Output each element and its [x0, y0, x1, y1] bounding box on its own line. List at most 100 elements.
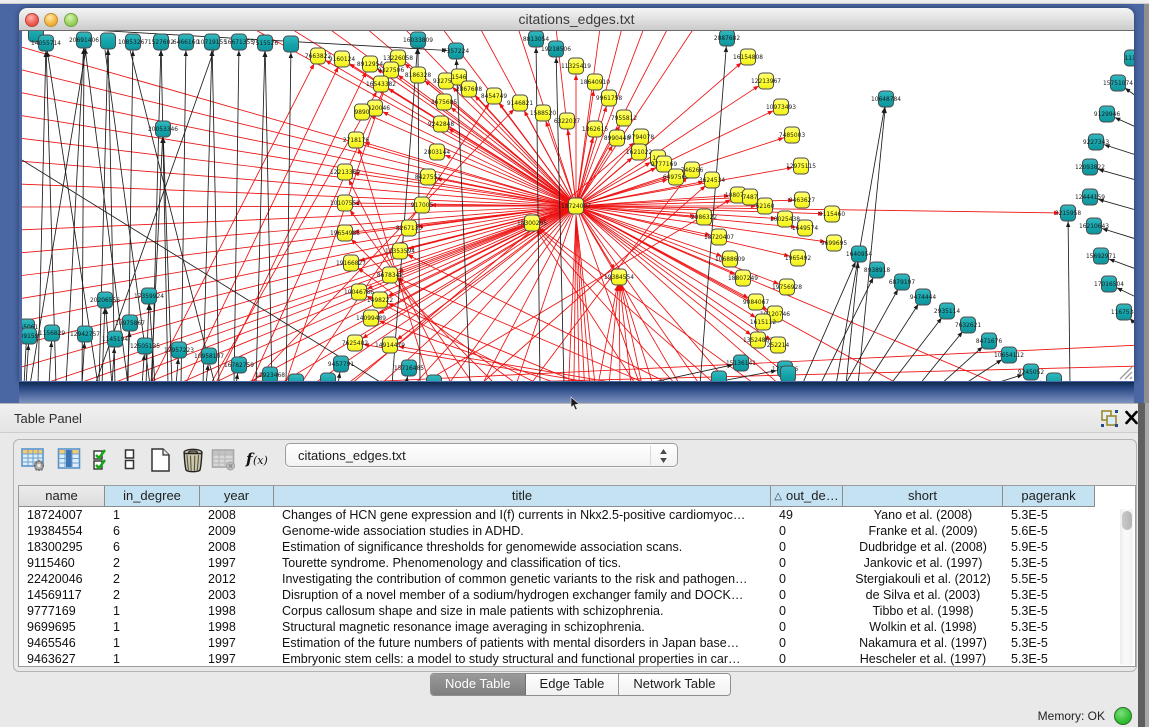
cell-title[interactable]: Embryonic stem cells: a model to study s… [274, 651, 771, 667]
cell-name[interactable]: 9115460 [19, 555, 105, 571]
cell-name[interactable]: 9777169 [19, 603, 105, 619]
cell-title[interactable]: Changes of HCN gene expression and I(f) … [274, 507, 771, 523]
cell-year[interactable]: 2003 [200, 587, 274, 603]
table-row[interactable]: 911546021997Tourette syndrome. Phenomeno… [19, 555, 1095, 571]
vertical-scrollbar[interactable] [1120, 509, 1133, 665]
cell-year[interactable]: 1998 [200, 603, 274, 619]
cell-out_de[interactable]: 0 [771, 571, 843, 587]
cell-title[interactable]: Disruption of a novel member of a sodium… [274, 587, 771, 603]
column-header-pagerank[interactable]: pagerank [1003, 486, 1095, 507]
column-header-name[interactable]: name [19, 486, 105, 507]
table-column-icon[interactable] [57, 447, 82, 477]
table-row[interactable]: 946554611997Estimation of the future num… [19, 635, 1095, 651]
graph-node-unlabeled[interactable] [712, 371, 727, 381]
cell-out_de[interactable]: 0 [771, 651, 843, 667]
cell-in_degree[interactable]: 6 [105, 539, 200, 555]
column-header-title[interactable]: title [274, 486, 771, 507]
cell-in_degree[interactable]: 1 [105, 651, 200, 667]
cell-name[interactable]: 22420046 [19, 571, 105, 587]
cell-in_degree[interactable]: 1 [105, 635, 200, 651]
graph-node-unlabeled[interactable] [781, 366, 796, 381]
cell-year[interactable]: 1997 [200, 635, 274, 651]
cell-name[interactable]: 9463627 [19, 651, 105, 667]
tab-node-table[interactable]: Node Table [431, 674, 526, 695]
cell-pagerank[interactable]: 5.3E-5 [1003, 603, 1095, 619]
graph-node-unlabeled[interactable] [1047, 373, 1062, 381]
cell-name[interactable]: 18300295 [19, 539, 105, 555]
cell-pagerank[interactable]: 5.3E-5 [1003, 555, 1095, 571]
cell-in_degree[interactable]: 1 [105, 619, 200, 635]
cell-short[interactable]: Stergiakouli et al. (2012) [843, 571, 1003, 587]
column-header-short[interactable]: short [843, 486, 1003, 507]
cell-pagerank[interactable]: 5.9E-5 [1003, 539, 1095, 555]
cell-out_de[interactable]: 49 [771, 507, 843, 523]
cell-year[interactable]: 2008 [200, 539, 274, 555]
graph-node-unlabeled[interactable] [284, 36, 299, 52]
column-header-year[interactable]: year [200, 486, 274, 507]
cell-year[interactable]: 1997 [200, 555, 274, 571]
graph-node-unlabeled[interactable] [427, 375, 442, 381]
function-icon[interactable]: f(x) [245, 447, 271, 476]
cell-out_de[interactable]: 0 [771, 523, 843, 539]
cell-in_degree[interactable]: 6 [105, 523, 200, 539]
cell-name[interactable]: 9465546 [19, 635, 105, 651]
cell-title[interactable]: Corpus callosum shape and size in male p… [274, 603, 771, 619]
cell-in_degree[interactable]: 2 [105, 587, 200, 603]
cell-out_de[interactable]: 0 [771, 635, 843, 651]
cell-pagerank[interactable]: 5.3E-5 [1003, 587, 1095, 603]
cell-short[interactable]: Nakamura et al. (1997) [843, 635, 1003, 651]
cell-short[interactable]: Wolkin et al. (1998) [843, 619, 1003, 635]
cell-title[interactable]: Investigating the contribution of common… [274, 571, 771, 587]
trash-icon[interactable] [180, 447, 206, 478]
cell-short[interactable]: Hescheler et al. (1997) [843, 651, 1003, 667]
cell-out_de[interactable]: 0 [771, 555, 843, 571]
cell-title[interactable]: Tourette syndrome. Phenomenology and cla… [274, 555, 771, 571]
cell-title[interactable]: Genome-wide association studies in ADHD. [274, 523, 771, 539]
cell-name[interactable]: 18724007 [19, 507, 105, 523]
cell-name[interactable]: 9699695 [19, 619, 105, 635]
select-columns-icon[interactable] [92, 447, 115, 477]
graph-node-unlabeled[interactable] [101, 33, 116, 49]
cell-year[interactable]: 2012 [200, 571, 274, 587]
cell-short[interactable]: Yano et al. (2008) [843, 507, 1003, 523]
column-header-in_degree[interactable]: in_degree [105, 486, 200, 507]
table-row[interactable]: 2242004622012Investigating the contribut… [19, 571, 1095, 587]
cell-out_de[interactable]: 0 [771, 587, 843, 603]
scrollbar-thumb[interactable] [1122, 511, 1132, 530]
cell-out_de[interactable]: 0 [771, 619, 843, 635]
table-row[interactable]: 1830029562008Estimation of significance … [19, 539, 1095, 555]
cell-title[interactable]: Estimation of significance thresholds fo… [274, 539, 771, 555]
cell-in_degree[interactable]: 2 [105, 571, 200, 587]
float-panel-icon[interactable] [1100, 409, 1119, 428]
cell-out_de[interactable]: 0 [771, 603, 843, 619]
table-row[interactable]: 977716911998Corpus callosum shape and si… [19, 603, 1095, 619]
cell-short[interactable]: Tibbo et al. (1998) [843, 603, 1003, 619]
tab-edge-table[interactable]: Edge Table [526, 674, 620, 695]
graph-node-unlabeled[interactable] [289, 374, 304, 381]
close-panel-icon[interactable] [1124, 410, 1139, 425]
cell-year[interactable]: 1997 [200, 651, 274, 667]
resize-grip-icon[interactable] [1117, 364, 1133, 380]
graph-node-unlabeled[interactable] [321, 373, 336, 381]
table-row[interactable]: 1938455462009Genome-wide association stu… [19, 523, 1095, 539]
cell-short[interactable]: de Silva et al. (2003) [843, 587, 1003, 603]
cell-year[interactable]: 2009 [200, 523, 274, 539]
cell-in_degree[interactable]: 1 [105, 603, 200, 619]
cell-year[interactable]: 1998 [200, 619, 274, 635]
cell-short[interactable]: Franke et al. (2009) [843, 523, 1003, 539]
cell-title[interactable]: Estimation of the future numbers of pati… [274, 635, 771, 651]
cell-pagerank[interactable]: 5.3E-5 [1003, 635, 1095, 651]
cell-pagerank[interactable]: 5.3E-5 [1003, 651, 1095, 667]
cell-pagerank[interactable]: 5.3E-5 [1003, 507, 1095, 523]
table-row[interactable]: 969969511998Structural magnetic resonanc… [19, 619, 1095, 635]
cell-pagerank[interactable]: 5.5E-5 [1003, 571, 1095, 587]
cell-name[interactable]: 19384554 [19, 523, 105, 539]
column-header-out_de[interactable]: △out_de… [771, 486, 843, 507]
row-height-icon[interactable] [123, 447, 136, 477]
cell-in_degree[interactable]: 2 [105, 555, 200, 571]
table-gear-icon[interactable] [21, 447, 46, 477]
table-row[interactable]: 1872400712008Changes of HCN gene express… [19, 507, 1095, 523]
cell-short[interactable]: Dudbridge et al. (2008) [843, 539, 1003, 555]
network-canvas[interactable]: 1405571420691406108532671527602646616010… [22, 31, 1134, 381]
new-file-icon[interactable] [148, 447, 172, 478]
